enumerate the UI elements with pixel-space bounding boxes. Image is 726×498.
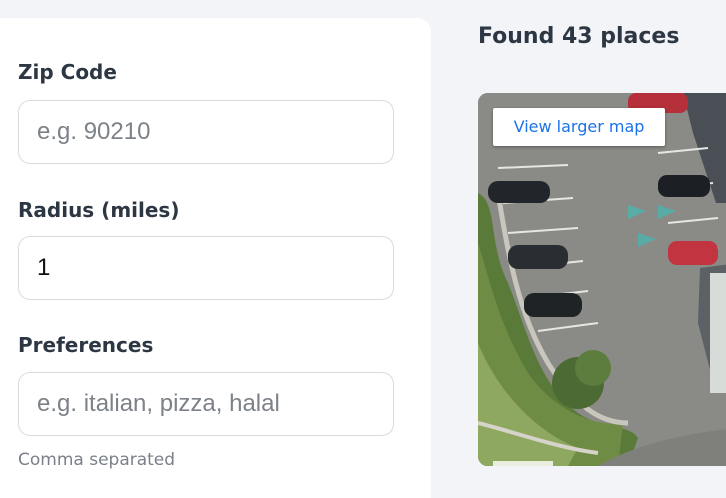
results-count-heading: Found 43 places <box>478 24 680 49</box>
preferences-input[interactable] <box>18 372 394 436</box>
map-view[interactable]: View larger map <box>478 93 726 466</box>
zip-code-label: Zip Code <box>18 60 117 84</box>
search-form-panel: Zip Code Radius (miles) Preferences <box>0 18 431 498</box>
zip-code-input[interactable] <box>18 100 394 164</box>
radius-label: Radius (miles) <box>18 198 180 222</box>
preferences-label: Preferences <box>18 333 154 357</box>
radius-input[interactable] <box>18 236 394 300</box>
preferences-hint: Comma separated <box>18 450 176 470</box>
satellite-map-image <box>478 93 726 466</box>
view-larger-map-button[interactable]: View larger map <box>493 108 665 146</box>
